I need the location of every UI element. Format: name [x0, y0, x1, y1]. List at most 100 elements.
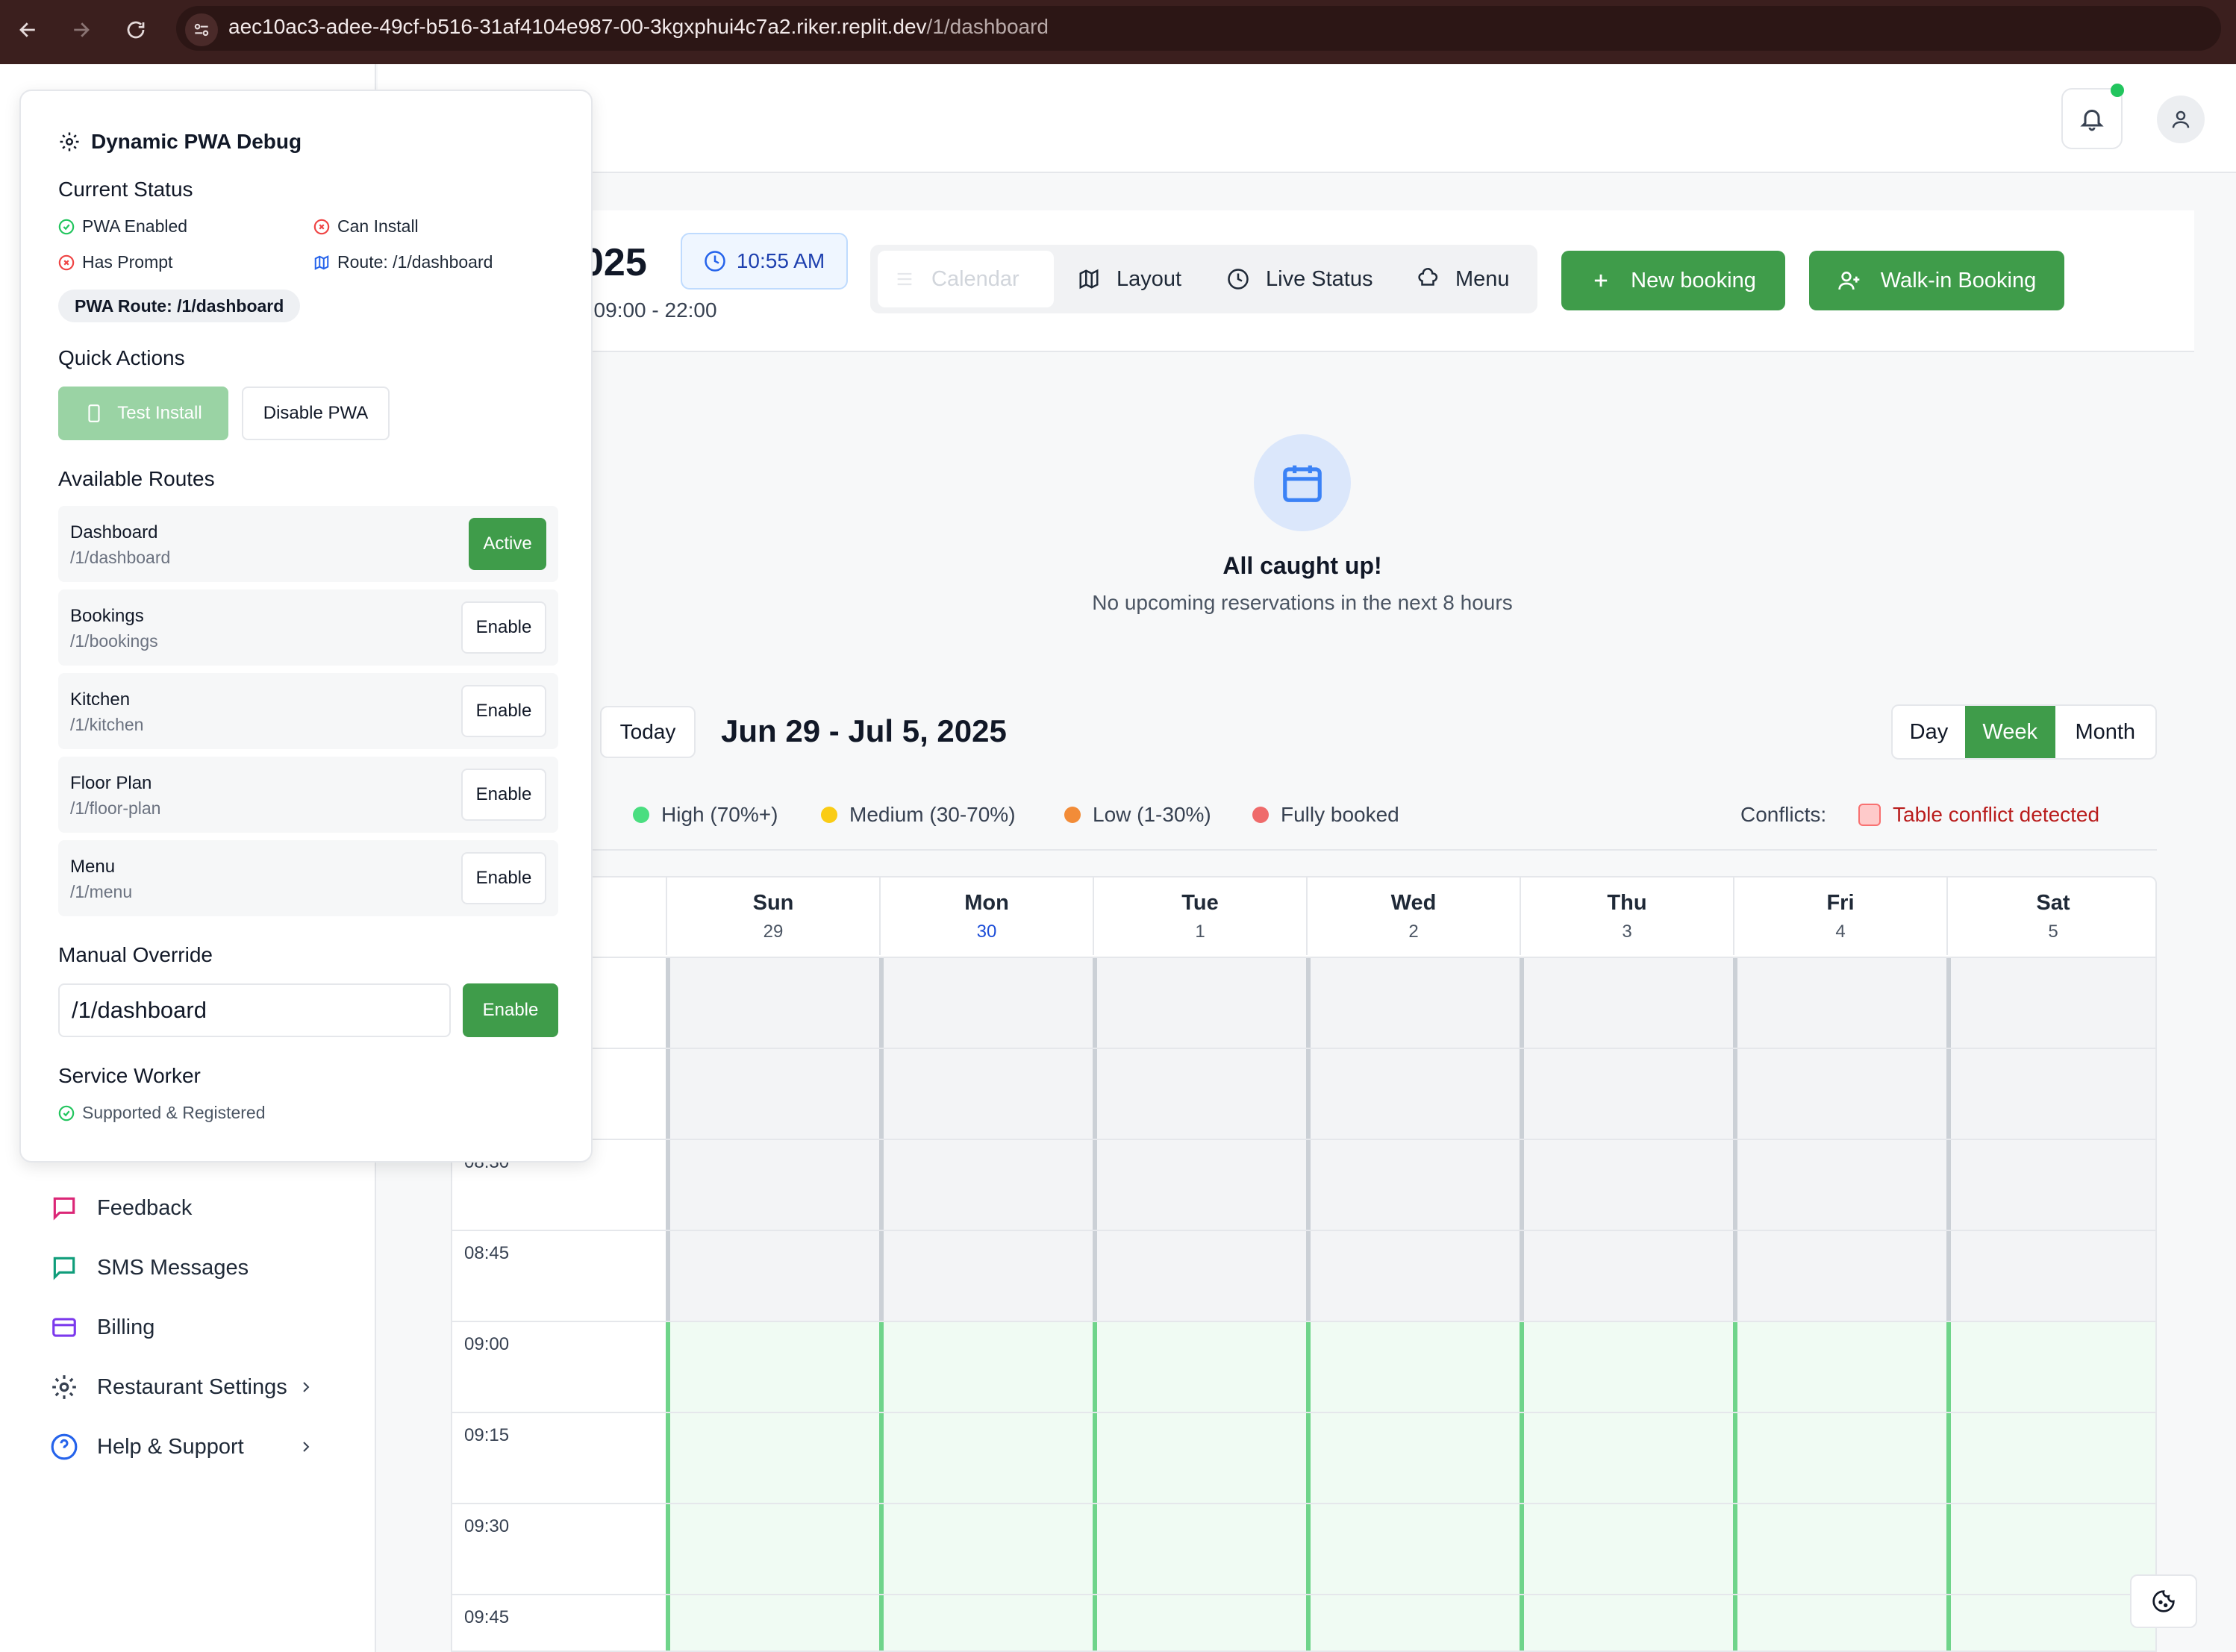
day-header-tue[interactable]: Tue 1 [1093, 877, 1306, 955]
calendar-slot-cell[interactable] [1520, 1231, 1733, 1322]
calendar-slot-cell[interactable] [1733, 1140, 1946, 1231]
browser-toolbar: aec10ac3-adee-49cf-b516-31af4104e987-00-… [0, 0, 2236, 64]
sidebar-item-help-support[interactable]: Help & Support [48, 1428, 324, 1465]
calendar-slot-cell[interactable] [1946, 1322, 2155, 1413]
calendar-slot-cell[interactable] [1946, 1413, 2155, 1504]
test-install-button[interactable]: Test Install [58, 387, 228, 440]
calendar-slot-cell[interactable] [1733, 1595, 1946, 1651]
view-month-button[interactable]: Month [2055, 706, 2155, 758]
calendar-slot-cell[interactable] [1733, 958, 1946, 1049]
calendar-slot-cell[interactable] [1306, 958, 1520, 1049]
day-header-mon[interactable]: Mon 30 [879, 877, 1093, 955]
calendar-slot-cell[interactable] [666, 1140, 879, 1231]
url-text[interactable]: aec10ac3-adee-49cf-b516-31af4104e987-00-… [228, 15, 1049, 39]
day-header-fri[interactable]: Fri 4 [1733, 877, 1946, 955]
calendar-slot-cell[interactable] [1306, 1413, 1520, 1504]
calendar-slot-cell[interactable] [666, 1049, 879, 1140]
sidebar-item-billing[interactable]: Billing [48, 1309, 324, 1346]
calendar-slot-cell[interactable] [1093, 1140, 1306, 1231]
today-button[interactable]: Today [600, 706, 696, 758]
sidebar-item-feedback[interactable]: Feedback [48, 1189, 324, 1227]
day-header-sun[interactable]: Sun 29 [666, 877, 879, 955]
calendar-slot-cell[interactable] [879, 1595, 1093, 1651]
calendar-slot-cell[interactable] [879, 1049, 1093, 1140]
disable-pwa-button[interactable]: Disable PWA [242, 387, 390, 440]
back-icon[interactable] [12, 13, 45, 46]
calendar-slot-cell[interactable] [1733, 1413, 1946, 1504]
calendar-slot-cell[interactable] [1306, 1049, 1520, 1140]
calendar-slot-cell[interactable] [879, 1413, 1093, 1504]
calendar-slot-cell[interactable] [666, 1504, 879, 1595]
day-header-thu[interactable]: Thu 3 [1520, 877, 1733, 955]
calendar-slot-cell[interactable] [666, 958, 879, 1049]
calendar-slot-cell[interactable] [1520, 1504, 1733, 1595]
day-header-wed[interactable]: Wed 2 [1306, 877, 1520, 955]
calendar-slot-cell[interactable] [1306, 1231, 1520, 1322]
user-avatar[interactable] [2157, 96, 2205, 143]
new-booking-button[interactable]: New booking [1561, 251, 1785, 310]
tab-menu[interactable]: Menu [1400, 251, 1526, 307]
calendar-slot-cell[interactable] [666, 1322, 879, 1413]
tab-calendar[interactable]: Calendar [878, 251, 1054, 307]
calendar-slot-cell[interactable] [1520, 1595, 1733, 1651]
calendar-slot-cell[interactable] [666, 1595, 879, 1651]
availability-legend: : High (70%+) Medium (30-70%) Low (1-30%… [582, 803, 2157, 830]
calendar-slot-cell[interactable] [1946, 1504, 2155, 1595]
route-enable-button[interactable]: Enable [461, 685, 546, 737]
site-settings-icon[interactable] [185, 13, 218, 46]
calendar-slot-cell[interactable] [1093, 1504, 1306, 1595]
day-header-sat[interactable]: Sat 5 [1946, 877, 2155, 955]
calendar-slot-cell[interactable] [1733, 1504, 1946, 1595]
view-week-button[interactable]: Week [1964, 706, 2055, 758]
calendar-slot-cell[interactable] [1093, 1231, 1306, 1322]
calendar-slot-cell[interactable] [1306, 1595, 1520, 1651]
calendar-slot-cell[interactable] [1946, 1595, 2155, 1651]
calendar-slot-cell[interactable] [1306, 1504, 1520, 1595]
time-slot-row: 09:30 [452, 1503, 2155, 1595]
calendar-slot-cell[interactable] [1093, 958, 1306, 1049]
calendar-slot-cell[interactable] [1520, 1049, 1733, 1140]
view-day-button[interactable]: Day [1893, 706, 1965, 758]
route-enable-button[interactable]: Enable [461, 601, 546, 654]
tab-layout[interactable]: Layout [1061, 251, 1198, 307]
calendar-slot-cell[interactable] [1946, 958, 2155, 1049]
cookie-settings-button[interactable] [2130, 1574, 2197, 1628]
calendar-slot-cell[interactable] [1520, 1322, 1733, 1413]
calendar-slot-cell[interactable] [666, 1231, 879, 1322]
calendar-slot-cell[interactable] [879, 1322, 1093, 1413]
forward-icon[interactable] [64, 13, 97, 46]
reload-icon[interactable] [119, 13, 152, 46]
calendar-slot-cell[interactable] [1093, 1049, 1306, 1140]
calendar-slot-cell[interactable] [1306, 1322, 1520, 1413]
route-enable-button[interactable]: Enable [461, 769, 546, 821]
message-square-icon [48, 1192, 81, 1224]
calendar-slot-cell[interactable] [879, 1504, 1093, 1595]
calendar-slot-cell[interactable] [879, 1231, 1093, 1322]
calendar-slot-cell[interactable] [879, 1140, 1093, 1231]
sidebar-item-restaurant-settings[interactable]: Restaurant Settings [48, 1368, 324, 1406]
calendar-slot-cell[interactable] [1520, 958, 1733, 1049]
calendar-slot-cell[interactable] [1946, 1140, 2155, 1231]
calendar-slot-cell[interactable] [879, 958, 1093, 1049]
route-override-input[interactable]: /1/dashboard [58, 983, 451, 1037]
calendar-slot-cell[interactable] [1093, 1413, 1306, 1504]
calendar-slot-cell[interactable] [1093, 1322, 1306, 1413]
view-toggle: Day Week Month [1891, 704, 2157, 760]
calendar-slot-cell[interactable] [1946, 1231, 2155, 1322]
calendar-slot-cell[interactable] [666, 1413, 879, 1504]
tab-live-status[interactable]: Live Status [1211, 251, 1389, 307]
notifications-button[interactable] [2061, 88, 2123, 149]
override-enable-button[interactable]: Enable [463, 983, 558, 1037]
calendar-slot-cell[interactable] [1306, 1140, 1520, 1231]
calendar-slot-cell[interactable] [1520, 1413, 1733, 1504]
calendar-slot-cell[interactable] [1093, 1595, 1306, 1651]
calendar-slot-cell[interactable] [1733, 1049, 1946, 1140]
sidebar-item-sms-messages[interactable]: SMS Messages [48, 1249, 324, 1286]
calendar-slot-cell[interactable] [1733, 1322, 1946, 1413]
calendar-slot-cell[interactable] [1520, 1140, 1733, 1231]
calendar-slot-cell[interactable] [1946, 1049, 2155, 1140]
route-enable-button[interactable]: Enable [461, 852, 546, 904]
route-active-button[interactable]: Active [469, 518, 546, 570]
calendar-slot-cell[interactable] [1733, 1231, 1946, 1322]
walk-in-booking-button[interactable]: Walk-in Booking [1809, 251, 2064, 310]
